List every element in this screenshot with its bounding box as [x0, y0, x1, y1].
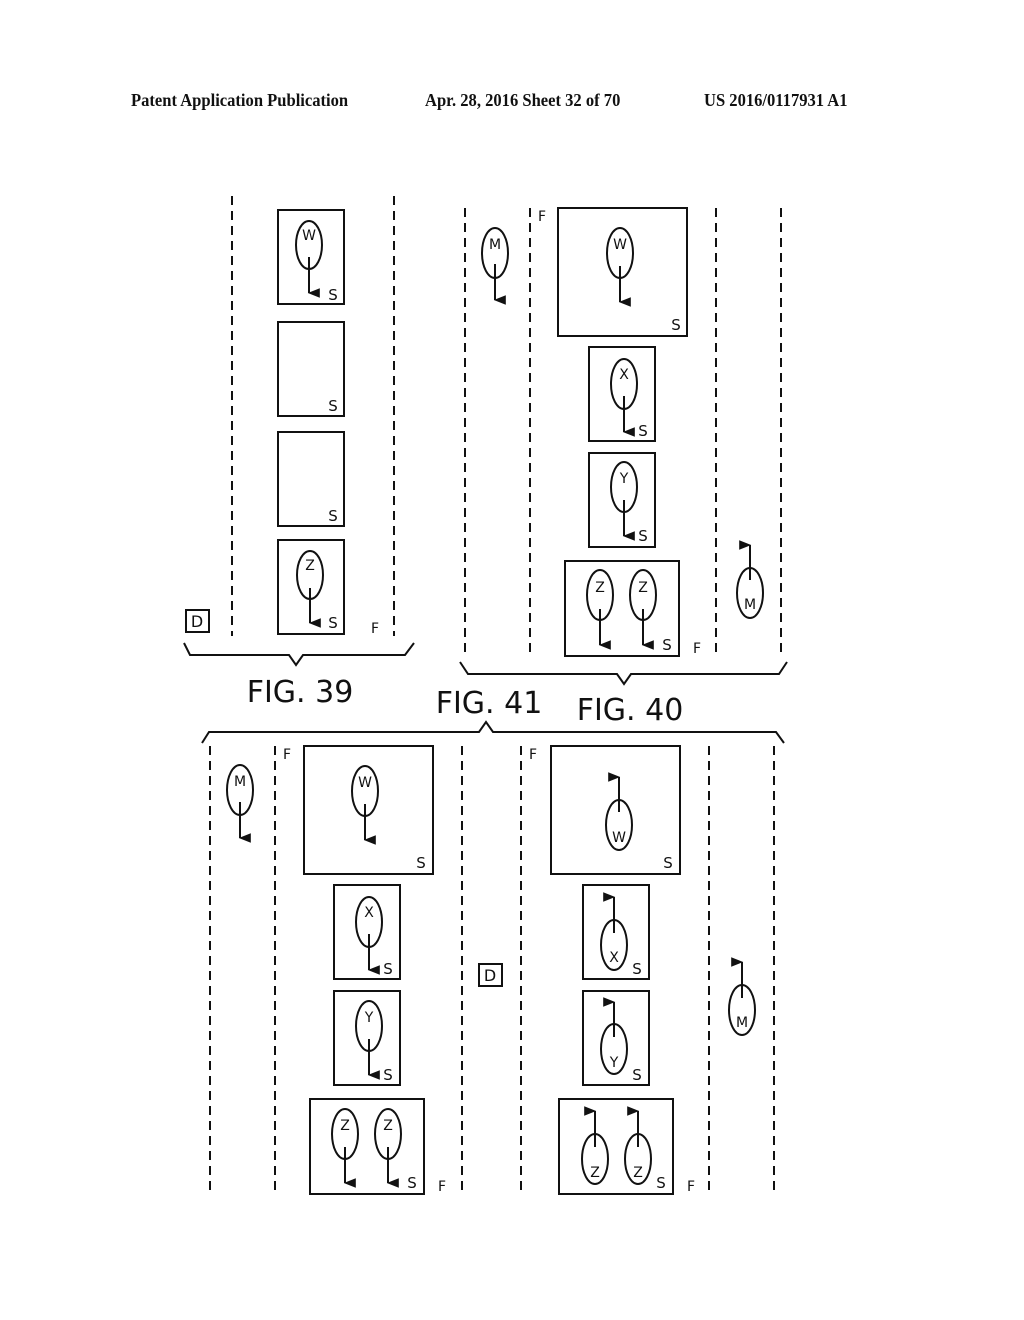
moving-label: M [234, 774, 246, 790]
seat-label: S [416, 854, 426, 872]
seat-w: W S [557, 207, 688, 337]
occupant-label: Z [595, 580, 605, 596]
seat-label: S [671, 316, 681, 334]
occupant-label: Z [638, 580, 648, 596]
figure-41: FIG. 41 M F W S X S Y S Z Z S F D F W S … [201, 686, 785, 1195]
occupant-label: X [609, 950, 619, 966]
figure-label-40: FIG. 40 [577, 693, 684, 728]
occupant-label: Z [633, 1165, 643, 1181]
seat-label: S [656, 1174, 666, 1192]
figure-40: M F W S X S Y S Z Z S F M FIG. 40 [459, 207, 788, 728]
seat-label: S [383, 1066, 393, 1084]
seat-x: X S [582, 884, 650, 980]
seat-y: Y S [582, 990, 650, 1086]
front-label: F [529, 747, 537, 763]
seat-empty: S [277, 321, 345, 417]
moving-object-m: M [226, 764, 254, 843]
occupant-label: Y [364, 1010, 374, 1026]
seat-x: X S [333, 884, 401, 980]
occupant-label: X [619, 367, 629, 383]
occupant-label: W [302, 228, 316, 244]
seat-w: W S [303, 745, 434, 875]
occupant-label: Y [609, 1055, 619, 1071]
front-label: F [538, 209, 546, 225]
driver-label: D [191, 612, 203, 631]
occupant-label: W [358, 775, 372, 791]
occupant-label: Z [590, 1165, 600, 1181]
seat-w: W S [277, 209, 345, 305]
occupant-label: W [612, 830, 626, 846]
occupant-label: X [364, 905, 374, 921]
front-label: F [371, 621, 379, 637]
moving-label: M [489, 237, 501, 253]
figure-label-41: FIG. 41 [436, 686, 543, 721]
front-label: F [687, 1179, 695, 1195]
seat-y: Y S [588, 452, 656, 548]
seat-label: S [383, 960, 393, 978]
front-label: F [283, 747, 291, 763]
seat-z-pair: Z Z S [309, 1098, 425, 1195]
patent-drawing: W S S S Z S D F FIG. 39 M F W S X S Y S … [183, 196, 788, 1195]
seat-label: S [662, 636, 672, 654]
bracket [201, 720, 785, 744]
seat-label: S [632, 1066, 642, 1084]
seat-z-pair: Z Z S [558, 1098, 674, 1195]
front-label: F [693, 641, 701, 657]
seat-y: Y S [333, 990, 401, 1086]
moving-label: M [736, 1015, 748, 1031]
seat-z: Z S [277, 539, 345, 635]
seat-label: S [328, 397, 338, 415]
seat-label: S [638, 422, 648, 440]
seat-z-pair: Z Z S [564, 560, 680, 657]
bracket [183, 642, 415, 667]
seat-empty: S [277, 431, 345, 527]
seat-label: S [632, 960, 642, 978]
seat-label: S [663, 854, 673, 872]
moving-label: M [744, 597, 756, 613]
seat-label: S [328, 286, 338, 304]
occupant-label: Z [383, 1118, 393, 1134]
moving-object-m: M [736, 540, 764, 619]
occupant-label: Y [619, 471, 629, 487]
seat-w: W S [550, 745, 681, 875]
seat-x: X S [588, 346, 656, 442]
bracket [459, 661, 788, 686]
seat-label: S [328, 507, 338, 525]
front-label: F [438, 1179, 446, 1195]
figure-label-39: FIG. 39 [247, 675, 354, 710]
driver-label: D [484, 966, 496, 985]
seat-label: S [638, 527, 648, 545]
figure-39: W S S S Z S D F FIG. 39 [183, 196, 415, 710]
seat-label: S [407, 1174, 417, 1192]
occupant-label: Z [340, 1118, 350, 1134]
moving-object-m: M [481, 227, 509, 305]
seat-label: S [328, 614, 338, 632]
occupant-label: Z [305, 558, 315, 574]
moving-object-m: M [728, 957, 756, 1036]
occupant-label: W [613, 237, 627, 253]
